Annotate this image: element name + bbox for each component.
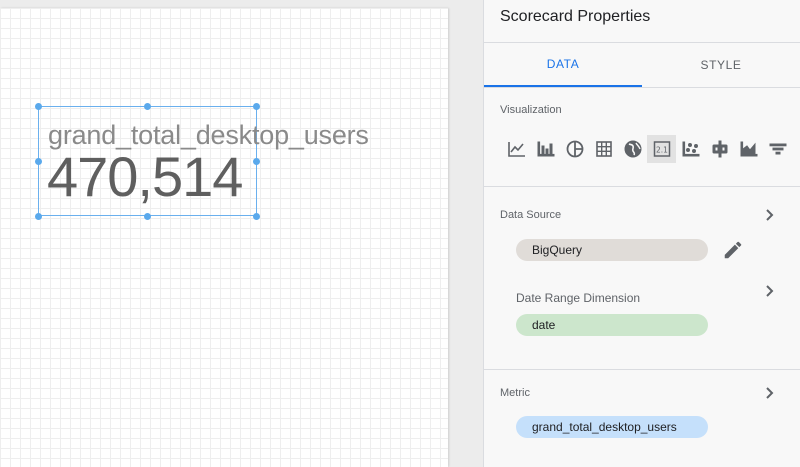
svg-text:2.1: 2.1 (656, 146, 668, 155)
resize-handle-bottom-left[interactable] (35, 213, 42, 220)
pie-chart-icon[interactable] (560, 135, 589, 163)
scorecard-component[interactable]: grand_total_desktop_users 470,514 (35, 103, 369, 220)
data-source-section: Data Source BigQuery Date Range Dimensio… (484, 187, 800, 370)
panel-tabs: DATA STYLE (484, 43, 800, 88)
metric-label: Metric (500, 387, 530, 399)
visualization-section: Visualization 2.1 (484, 88, 800, 187)
properties-panel: Scorecard Properties DATA STYLE Visualiz… (483, 0, 800, 467)
resize-handle-top-center[interactable] (144, 103, 151, 110)
data-source-chip[interactable]: BigQuery (516, 239, 708, 261)
resize-handle-middle-left[interactable] (35, 158, 42, 165)
metric-section: Metric grand_total_desktop_users (484, 370, 800, 466)
report-canvas[interactable]: grand_total_desktop_users 470,514 (0, 8, 448, 467)
visualization-label: Visualization (500, 104, 562, 116)
date-range-expand-chevron-icon[interactable] (761, 283, 777, 299)
data-source-expand-chevron-icon[interactable] (761, 207, 777, 223)
resize-handle-bottom-right[interactable] (253, 213, 260, 220)
data-source-label: Data Source (500, 209, 562, 221)
visualization-picker: 2.1 (502, 135, 792, 163)
resize-handle-top-right[interactable] (253, 103, 260, 110)
metric-chip[interactable]: grand_total_desktop_users (516, 416, 708, 438)
filter-control-icon[interactable] (763, 135, 792, 163)
table-icon[interactable] (589, 135, 618, 163)
scorecard-metric-value: 470,514 (47, 145, 243, 208)
tab-style[interactable]: STYLE (642, 43, 800, 87)
time-series-icon[interactable] (502, 135, 531, 163)
scorecard-icon[interactable]: 2.1 (647, 135, 676, 163)
resize-handle-middle-right[interactable] (253, 158, 260, 165)
pivot-table-icon[interactable] (705, 135, 734, 163)
bar-chart-icon[interactable] (531, 135, 560, 163)
panel-title: Scorecard Properties (484, 0, 800, 43)
resize-handle-bottom-center[interactable] (144, 213, 151, 220)
date-range-dimension-label: Date Range Dimension (516, 291, 641, 305)
edit-data-source-pencil-icon[interactable] (722, 239, 744, 261)
metric-expand-chevron-icon[interactable] (761, 385, 777, 401)
tab-data[interactable]: DATA (484, 43, 642, 87)
resize-handle-top-left[interactable] (35, 103, 42, 110)
area-chart-icon[interactable] (734, 135, 763, 163)
scatter-chart-icon[interactable] (676, 135, 705, 163)
date-range-dimension-chip[interactable]: date (516, 314, 708, 336)
geo-map-icon[interactable] (618, 135, 647, 163)
